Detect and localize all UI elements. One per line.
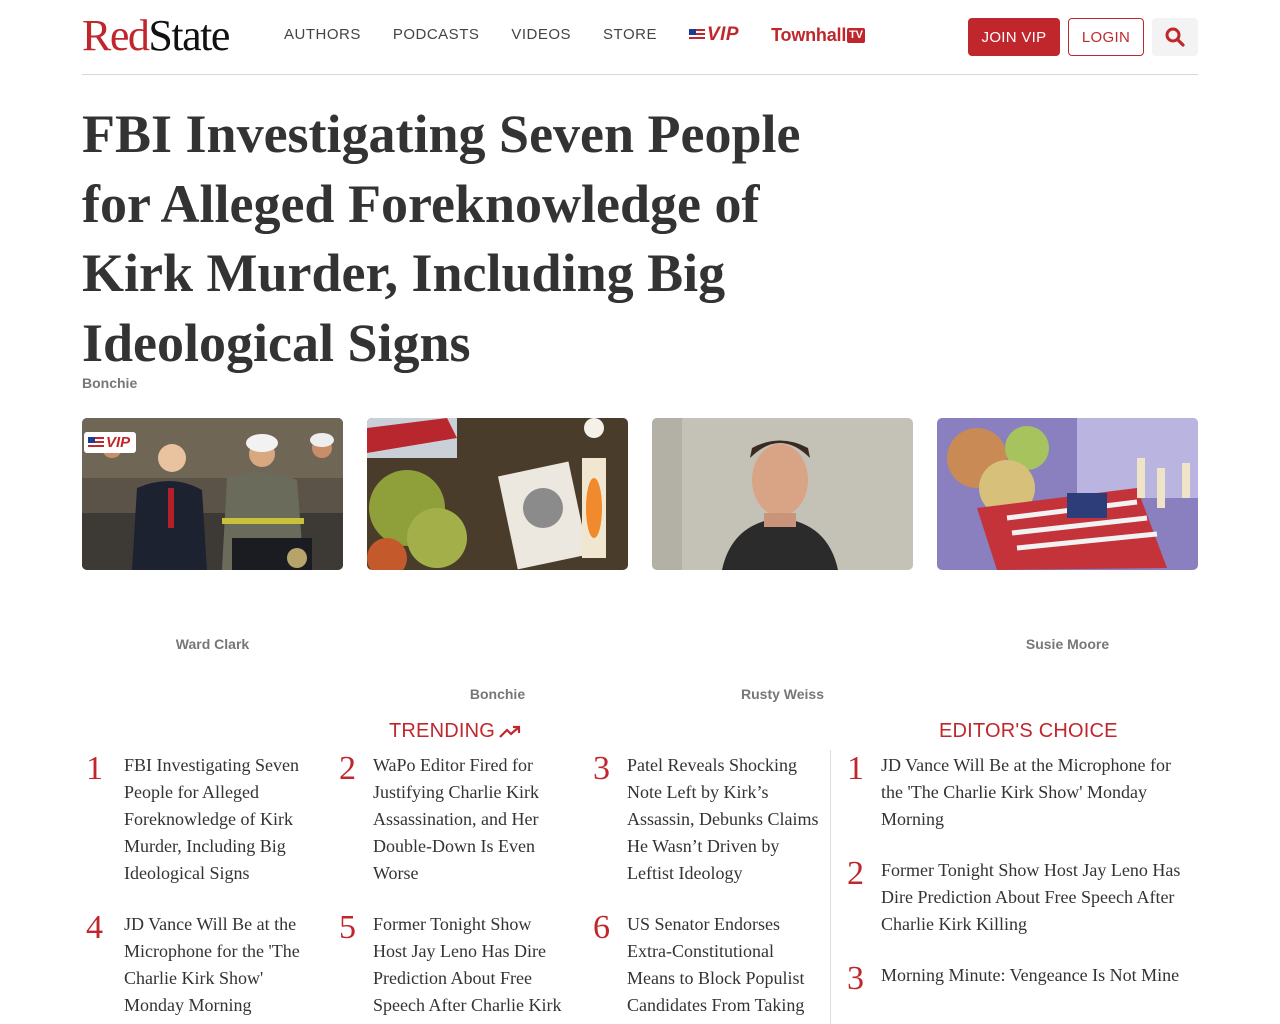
site-header: RedState AUTHORS PODCASTS VIDEOS STORE V… [82, 0, 1198, 75]
trending-rank: 2 [339, 750, 356, 787]
trending-item[interactable]: 1 FBI Investigating Seven People for All… [86, 752, 316, 887]
trending-headline[interactable]: JD Vance Will Be at the Microphone for t… [124, 911, 314, 1019]
trending-item[interactable]: 4 JD Vance Will Be at the Microphone for… [86, 911, 316, 1019]
nav-videos[interactable]: VIDEOS [511, 25, 571, 45]
trending-rank: 6 [593, 909, 610, 946]
vip-badge: VIP [84, 432, 137, 453]
main-nav: AUTHORS PODCASTS VIDEOS STORE VIP Townha… [284, 25, 897, 45]
nav-vip[interactable]: VIP [688, 24, 740, 45]
editors-choice-item[interactable]: 3 Morning Minute: Vengeance Is Not Mine [847, 962, 1192, 996]
editors-choice-label: EDITOR'S CHOICE [939, 720, 1118, 742]
trending-item[interactable]: 6 US Senator Endorses Extra-Constitution… [593, 911, 823, 1024]
nav-vip-label: VIP [706, 24, 740, 45]
trending-title: TRENDING [389, 720, 521, 743]
story-card-image[interactable] [367, 418, 628, 570]
trending-item[interactable]: 3 Patel Reveals Shocking Note Left by Ki… [593, 752, 823, 887]
editors-choice-item[interactable]: 2 Former Tonight Show Host Jay Leno Has … [847, 857, 1192, 938]
trending-rank: 5 [339, 909, 356, 946]
nav-authors[interactable]: AUTHORS [284, 25, 361, 45]
card-author[interactable]: Susie Moore [937, 636, 1198, 652]
logo-dark-text: State [148, 11, 230, 60]
logo-red-text: Red [82, 11, 150, 60]
trending-item[interactable]: 5 Former Tonight Show Host Jay Leno Has … [339, 911, 569, 1024]
trending-headline[interactable]: WaPo Editor Fired for Justifying Charlie… [373, 752, 567, 887]
story-card-image[interactable] [652, 418, 913, 570]
story-card-image[interactable]: VIP [82, 418, 343, 570]
login-button[interactable]: LOGIN [1068, 18, 1144, 56]
vigil-photo [937, 418, 1198, 570]
trending-rank: 3 [593, 750, 610, 787]
tv-badge: TV [847, 27, 865, 43]
editors-choice-title: EDITOR'S CHOICE [939, 720, 1118, 743]
article-headline[interactable]: FBI Investigating Seven People for Alleg… [82, 100, 842, 378]
editors-choice-rank: 3 [847, 960, 864, 997]
flag-icon [688, 29, 705, 41]
vip-badge-label: VIP [106, 434, 131, 451]
trending-headline[interactable]: Former Tonight Show Host Jay Leno Has Di… [373, 911, 569, 1024]
trending-headline[interactable]: US Senator Endorses Extra-Constitutional… [627, 911, 823, 1024]
trending-up-icon [499, 725, 521, 738]
redstate-logo[interactable]: RedState [82, 11, 230, 60]
join-vip-button[interactable]: JOIN VIP [968, 18, 1060, 56]
nav-townhall-tv[interactable]: Townhall TV [771, 25, 865, 45]
article-byline[interactable]: Bonchie [82, 375, 137, 391]
nav-podcasts[interactable]: PODCASTS [393, 25, 480, 45]
story-card-image[interactable] [937, 418, 1198, 570]
column-divider [830, 750, 831, 1024]
card-author[interactable]: Rusty Weiss [652, 686, 913, 702]
search-button[interactable] [1152, 18, 1198, 56]
trending-label: TRENDING [389, 720, 496, 742]
editors-choice-headline[interactable]: Former Tonight Show Host Jay Leno Has Di… [881, 857, 1191, 938]
editors-choice-item[interactable]: 1 JD Vance Will Be at the Microphone for… [847, 752, 1192, 833]
nav-store[interactable]: STORE [603, 25, 657, 45]
editors-choice-headline[interactable]: JD Vance Will Be at the Microphone for t… [881, 752, 1191, 833]
trending-rank: 4 [86, 909, 103, 946]
trending-rank: 1 [86, 750, 103, 787]
search-icon [1165, 27, 1185, 47]
trending-item[interactable]: 2 WaPo Editor Fired for Justifying Charl… [339, 752, 569, 887]
editors-choice-rank: 2 [847, 855, 864, 892]
card-author[interactable]: Bonchie [367, 686, 628, 702]
flag-icon [88, 436, 104, 449]
editors-choice-headline[interactable]: Morning Minute: Vengeance Is Not Mine [881, 962, 1191, 996]
card-author[interactable]: Ward Clark [82, 636, 343, 652]
trending-headline[interactable]: FBI Investigating Seven People for Alleg… [124, 752, 314, 887]
memorial-photo [367, 418, 628, 570]
mugshot-photo [652, 418, 913, 570]
trending-headline[interactable]: Patel Reveals Shocking Note Left by Kirk… [627, 752, 823, 887]
townhall-label: Townhall [771, 25, 847, 45]
editors-choice-rank: 1 [847, 750, 864, 787]
